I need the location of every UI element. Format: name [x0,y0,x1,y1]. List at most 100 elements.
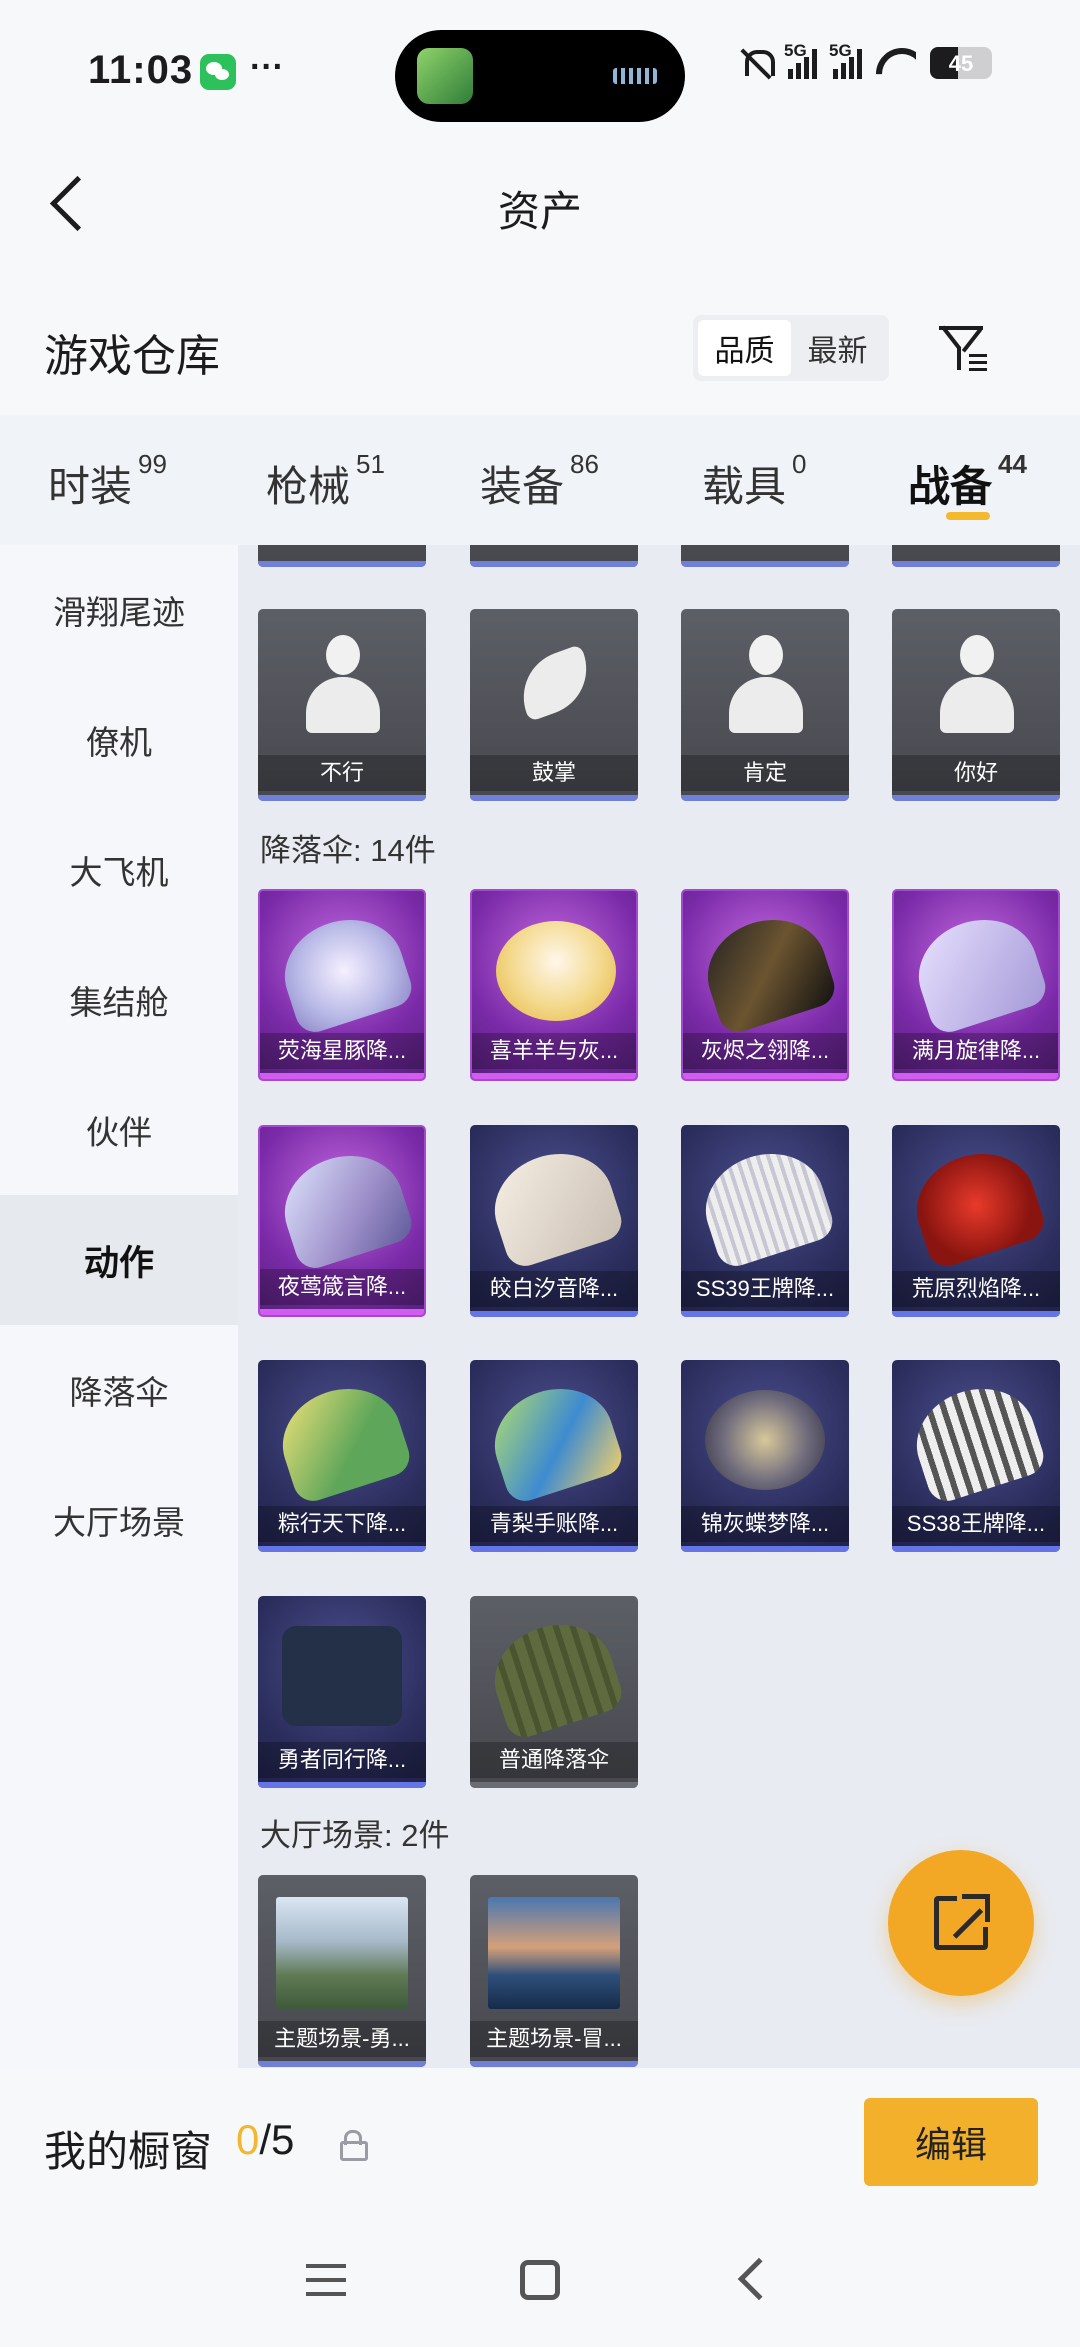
card-label: 锦灰蝶梦降... [681,1506,849,1542]
wave-hello-icon [926,635,1026,745]
lobby-scene-card[interactable]: 主题场景-勇... [258,1875,426,2067]
showcase-count: 0/5 [236,2116,294,2164]
tab-vehicles[interactable]: 载具 0 [702,449,806,514]
lobby-scene-card[interactable]: 主题场景-冒... [470,1875,638,2067]
filter-icon[interactable] [935,318,995,378]
tab-equipment[interactable]: 装备 86 [480,449,599,514]
parachute-image [271,1140,417,1274]
parachute-image [905,904,1051,1038]
card-label: 主题场景-勇... [258,2021,426,2057]
card-label: 主题场景-冒... [470,2021,638,2057]
emote-figure-icon [292,635,392,745]
tab-count: 99 [138,449,167,479]
mute-bell-icon [740,46,775,80]
card-label: 粽行天下降... [258,1506,426,1542]
parachute-image [481,1609,627,1743]
sidebar-item-glide-trail[interactable]: 滑翔尾迹 [0,545,238,675]
card-label: SS38王牌降... [892,1506,1060,1542]
emote-card[interactable]: 肯定 [681,609,849,801]
scene-image [488,1897,620,2009]
battery-level: 45 [948,51,974,76]
parachute-image [903,1373,1049,1507]
sidebar-item-lobby-scene[interactable]: 大厅场景 [0,1455,238,1585]
showcase-title: 我的橱窗 [44,2128,213,2175]
signal-icon-1: 5G [784,41,817,79]
parachute-card[interactable]: 粽行天下降... [258,1360,426,1552]
category-tabs: 时装 99 枪械 51 装备 86 载具 0 战备 44 [0,415,1080,545]
parachute-card[interactable]: SS38王牌降... [892,1360,1060,1552]
tab-count: 86 [570,449,599,479]
nav-back-icon[interactable] [737,2257,781,2301]
status-icons: 5G 5G 45 [740,41,992,80]
card-label: 普通降落伞 [470,1742,638,1778]
lock-icon [340,2130,368,2161]
edit-button[interactable]: 编辑 [864,2098,1038,2186]
parachute-card[interactable]: SS39王牌降... [681,1125,849,1317]
showcase-bar: 我的橱窗 0/5 编辑 [0,2068,1080,2218]
parachute-card[interactable]: 满月旋律降... [892,889,1060,1081]
card-label: 鼓掌 [470,755,638,791]
network-label: 5G [784,41,807,60]
emote-card-partial[interactable] [681,545,849,567]
card-label: 灰烬之翎降... [683,1033,847,1069]
parachute-image [903,1138,1049,1272]
parachute-card[interactable]: 皎白汐音降... [470,1125,638,1317]
scene-image [276,1897,408,2009]
parachute-section-title: 降落伞: 14件 [260,833,436,868]
parachute-image [705,1390,825,1490]
emote-card-partial[interactable] [892,545,1060,567]
card-label: 肯定 [681,755,849,791]
parachute-card[interactable]: 青梨手账降... [470,1360,638,1552]
sort-quality-button[interactable]: 品质 [698,320,791,376]
network-label: 5G [829,41,852,60]
dynamic-island[interactable] [395,30,685,122]
sidebar-item-pod[interactable]: 集结舱 [0,935,238,1065]
status-time: 11:03 [88,48,194,92]
parachute-card[interactable]: 荧海星豚降... [258,889,426,1081]
tab-fashion[interactable]: 时装 99 [48,449,167,514]
emote-card-partial[interactable] [258,545,426,567]
tab-count: 51 [356,449,385,479]
parachute-card[interactable]: 荒原烈焰降... [892,1125,1060,1317]
card-label: 荧海星豚降... [260,1033,424,1069]
parachute-card[interactable]: 勇者同行降... [258,1596,426,1788]
card-label: 勇者同行降... [258,1742,426,1778]
parachute-card[interactable]: 夜莺箴言降... [258,1125,426,1317]
parachute-image [271,904,417,1038]
status-bar: 11:03 ··· 5G 5G 45 [0,0,1080,130]
parachute-card[interactable]: 喜羊羊与灰... [470,889,638,1081]
sidebar-item-partner[interactable]: 伙伴 [0,1065,238,1195]
lobby-section-title: 大厅场景: 2件 [260,1818,450,1853]
page-title: 资产 [497,188,582,235]
home-icon[interactable] [520,2260,560,2300]
tab-combat-gear[interactable]: 战备 44 [908,449,1027,514]
sidebar-item-emote[interactable]: 动作 [0,1195,238,1325]
card-label: 夜莺箴言降... [260,1269,424,1305]
emote-card-partial[interactable] [470,545,638,567]
emote-figure-icon [715,635,815,745]
sidebar-item-big-plane[interactable]: 大飞机 [0,805,238,935]
emote-card[interactable]: 你好 [892,609,1060,801]
share-button[interactable] [888,1850,1034,1996]
sidebar-item-parachute[interactable]: 降落伞 [0,1325,238,1455]
system-nav-bar [0,2218,1080,2347]
parachute-card[interactable]: 锦灰蝶梦降... [681,1360,849,1552]
sidebar-item-wingman[interactable]: 僚机 [0,675,238,805]
card-label: 满月旋律降... [894,1033,1058,1069]
tab-firearms[interactable]: 枪械 51 [266,449,385,514]
emote-card[interactable]: 鼓掌 [470,609,638,801]
parachute-card[interactable]: 灰烬之翎降... [681,889,849,1081]
page-header: 资产 [0,130,1080,280]
parachute-image [481,1373,627,1507]
card-label: 你好 [892,755,1060,791]
sort-latest-button[interactable]: 最新 [791,320,884,376]
tab-count: 0 [792,449,807,479]
tab-label: 载具 [702,463,787,510]
showcase-total: /5 [259,2116,295,2163]
card-label: 喜羊羊与灰... [472,1033,636,1069]
emote-card[interactable]: 不行 [258,609,426,801]
arrow-icon [962,1894,990,1922]
parachute-card[interactable]: 普通降落伞 [470,1596,638,1788]
menu-icon[interactable] [306,2264,346,2298]
tab-count: 44 [998,449,1027,479]
